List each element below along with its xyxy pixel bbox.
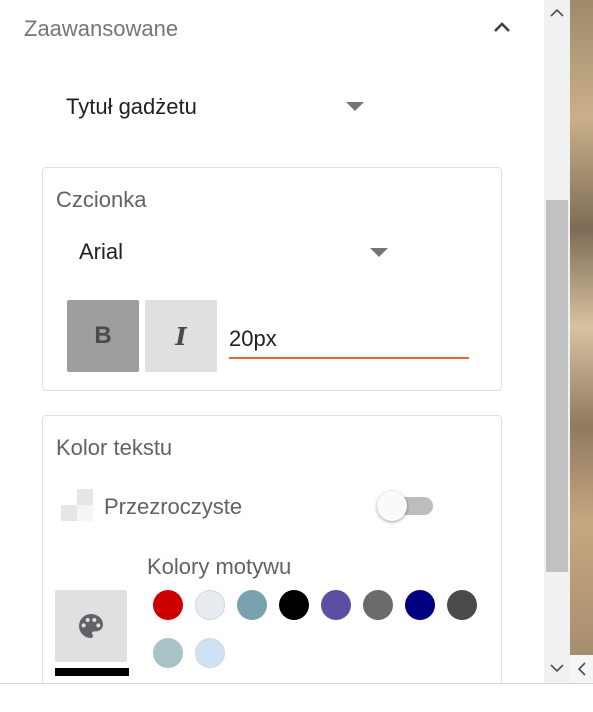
color-swatch[interactable]	[153, 638, 183, 668]
color-swatch[interactable]	[195, 590, 225, 620]
font-card-title: Czcionka	[56, 187, 147, 212]
text-color-card-title: Kolor tekstu	[56, 435, 173, 460]
transparent-label: Przezroczyste	[104, 494, 243, 519]
font-family-value: Arial	[79, 239, 124, 264]
current-color-indicator	[55, 668, 129, 676]
theme-colors-label: Kolory motywu	[147, 554, 292, 579]
gadget-title-dropdown[interactable]: Tytuł gadżetu	[66, 94, 366, 124]
triangle-down-icon	[346, 102, 364, 111]
chevron-down-icon[interactable]	[544, 655, 570, 681]
settings-panel: Zaawansowane Tytuł gadżetu Czcionka Aria…	[0, 0, 544, 683]
bold-button[interactable]: B	[67, 300, 139, 372]
color-swatch[interactable]	[363, 590, 393, 620]
palette-icon	[79, 614, 103, 638]
color-swatch[interactable]	[405, 590, 435, 620]
color-swatch[interactable]	[279, 590, 309, 620]
vertical-scrollbar[interactable]	[544, 0, 570, 683]
triangle-down-icon	[370, 248, 388, 257]
font-card: Czcionka Arial B I	[42, 167, 502, 391]
custom-color-button[interactable]	[55, 590, 127, 662]
gadget-title-dropdown-label: Tytuł gadżetu	[66, 94, 197, 119]
font-family-dropdown[interactable]: Arial	[79, 239, 389, 269]
scrollbar-thumb[interactable]	[546, 200, 568, 572]
italic-button[interactable]: I	[145, 300, 217, 372]
chevron-up-icon[interactable]	[544, 0, 570, 26]
text-color-card: Kolor tekstu Przezroczyste Kolory motywu	[42, 415, 502, 683]
section-title: Zaawansowane	[24, 16, 179, 41]
chevron-left-icon[interactable]	[570, 655, 593, 683]
color-swatch[interactable]	[195, 638, 225, 668]
advanced-section-header[interactable]: Zaawansowane	[0, 0, 544, 60]
color-swatch[interactable]	[447, 590, 477, 620]
color-swatch[interactable]	[321, 590, 351, 620]
bottom-bar	[0, 683, 593, 712]
font-size-underline	[229, 357, 469, 359]
transparent-toggle[interactable]	[377, 490, 437, 524]
color-swatch[interactable]	[237, 590, 267, 620]
background-image-edge	[570, 0, 593, 655]
color-swatch[interactable]	[153, 590, 183, 620]
chevron-up-icon[interactable]	[490, 16, 514, 40]
font-size-input[interactable]	[229, 324, 467, 354]
checkerboard-icon	[61, 489, 93, 521]
toggle-knob	[377, 491, 407, 521]
